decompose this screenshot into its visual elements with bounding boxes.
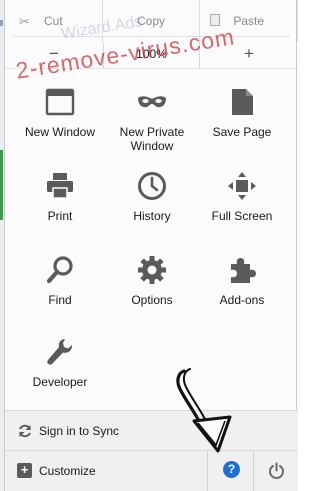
edit-controls: ✂ Cut Copy Paste	[5, 0, 299, 42]
developer-button[interactable]: Developer	[12, 336, 108, 389]
full-screen-label: Full Screen	[211, 209, 273, 223]
sync-label: Sign in to Sync	[39, 424, 120, 438]
help-icon: ?	[223, 461, 240, 478]
add-ons-button[interactable]: Add-ons	[194, 254, 290, 307]
new-window-button[interactable]: New Window	[12, 86, 108, 139]
paste-label: Paste	[233, 14, 265, 28]
sync-icon	[19, 424, 31, 438]
save-page-button[interactable]: Save Page	[194, 86, 290, 139]
footer-bar: + Customize ?	[5, 450, 298, 491]
save-page-label: Save Page	[212, 125, 272, 139]
print-label: Print	[47, 209, 73, 223]
quit-button[interactable]	[253, 451, 298, 491]
zoom-in-button[interactable]: +	[200, 42, 298, 68]
zoom-reset-button[interactable]: 100%	[103, 42, 200, 68]
printer-icon	[47, 173, 73, 199]
zoom-controls: − 100% +	[5, 42, 298, 69]
annotation-arrow-icon	[176, 368, 232, 453]
find-label: Find	[48, 293, 72, 307]
power-icon	[269, 462, 284, 479]
full-screen-button[interactable]: Full Screen	[194, 170, 290, 223]
clock-icon	[138, 172, 166, 200]
sync-button[interactable]: Sign in to Sync	[5, 410, 298, 450]
page-icon	[232, 89, 253, 115]
wrench-icon	[47, 339, 73, 365]
new-private-window-button[interactable]: New Private Window	[104, 86, 200, 153]
fullscreen-icon	[228, 172, 256, 200]
history-label: History	[133, 209, 171, 223]
edit-divider	[13, 36, 290, 37]
zoom-out-button[interactable]: −	[5, 42, 103, 68]
print-button[interactable]: Print	[12, 170, 108, 223]
customize-label: Customize	[39, 464, 96, 478]
magnifier-icon	[46, 256, 73, 284]
gear-icon	[138, 256, 166, 284]
copy-label: Copy	[137, 14, 166, 28]
developer-label: Developer	[32, 375, 88, 389]
page-accent-blue	[0, 20, 3, 26]
options-button[interactable]: Options	[104, 254, 200, 307]
cut-label: Cut	[43, 14, 63, 28]
new-private-window-label: New Private Window	[119, 125, 185, 153]
new-window-label: New Window	[24, 125, 96, 139]
page-accent-green	[0, 150, 3, 220]
plus-icon: +	[17, 463, 32, 478]
help-button[interactable]: ?	[207, 451, 253, 491]
puzzle-icon	[231, 258, 256, 283]
menu-panel: ✂ Cut Copy Paste − 100% + New Window New…	[4, 0, 299, 491]
add-ons-label: Add-ons	[219, 293, 265, 307]
mask-icon	[138, 96, 166, 108]
history-button[interactable]: History	[104, 170, 200, 223]
find-button[interactable]: Find	[12, 254, 108, 307]
customize-button[interactable]: + Customize	[5, 451, 205, 491]
window-icon	[45, 88, 75, 116]
options-label: Options	[131, 293, 173, 307]
